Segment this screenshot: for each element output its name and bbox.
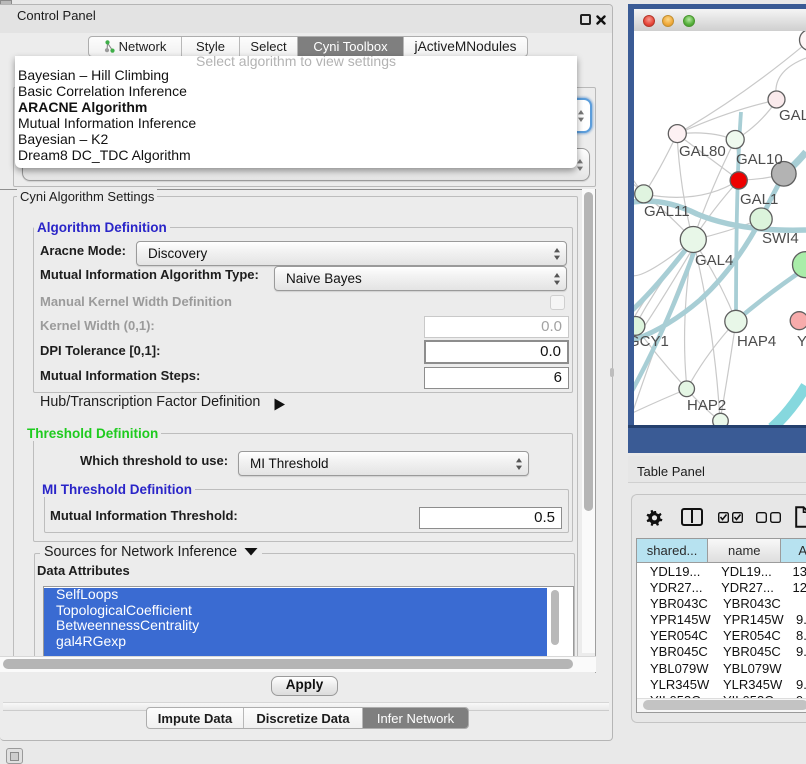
svg-text:GAL11: GAL11 xyxy=(644,203,690,220)
svg-text:GAL80: GAL80 xyxy=(679,143,726,160)
svg-text:HAP4: HAP4 xyxy=(737,333,776,350)
svg-text:Y: Y xyxy=(797,333,806,350)
svg-text:GAL10: GAL10 xyxy=(736,151,783,168)
svg-text:GAL1: GAL1 xyxy=(740,191,778,208)
svg-text:GCY1: GCY1 xyxy=(634,333,669,350)
svg-text:GAL4: GAL4 xyxy=(695,252,733,269)
svg-text:HAP2: HAP2 xyxy=(687,397,726,414)
svg-text:GAL7: GAL7 xyxy=(779,107,806,124)
svg-text:SWI4: SWI4 xyxy=(762,230,799,247)
